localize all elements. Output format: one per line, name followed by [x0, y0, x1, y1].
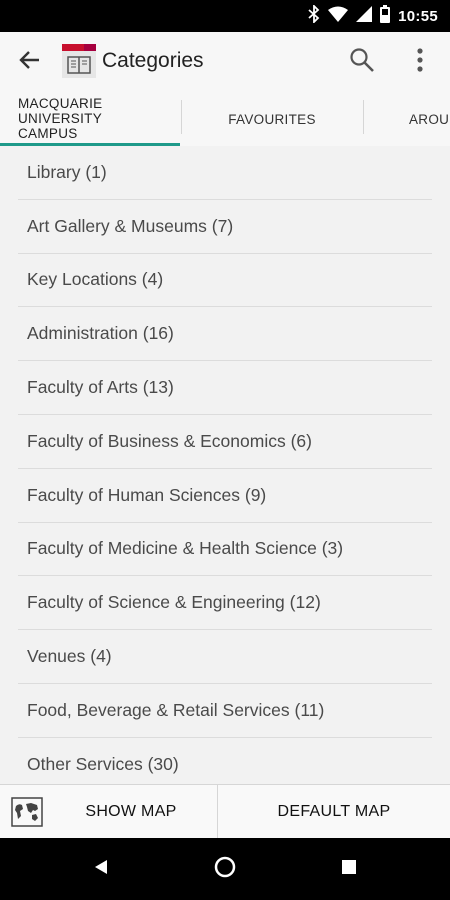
circle-home-icon	[213, 855, 237, 884]
bottom-bar: SHOW MAP DEFAULT MAP	[0, 784, 450, 839]
category-list: Library (1) Art Gallery & Museums (7) Ke…	[18, 146, 432, 792]
tab-label: AROU	[409, 111, 450, 127]
more-options-button[interactable]	[404, 46, 436, 78]
page-title: Categories	[102, 49, 204, 72]
category-item[interactable]: Venues (4)	[18, 630, 432, 684]
app-bar: Categories	[0, 32, 450, 92]
category-item[interactable]: Faculty of Arts (13)	[18, 361, 432, 415]
category-item[interactable]: Faculty of Business & Economics (6)	[18, 415, 432, 469]
tab-macquarie-university-campus[interactable]: MACQUARIE UNIVERSITY CAMPUS	[0, 92, 180, 146]
category-item[interactable]: Faculty of Science & Engineering (12)	[18, 576, 432, 631]
back-button[interactable]	[14, 46, 46, 78]
category-item[interactable]: Library (1)	[18, 146, 432, 200]
tab-label: FAVOURITES	[228, 111, 316, 127]
more-vert-icon	[416, 47, 424, 78]
status-icons: 10:55	[308, 0, 438, 32]
app-logo	[62, 44, 96, 78]
tab-favourites[interactable]: FAVOURITES	[182, 92, 362, 146]
category-item[interactable]: Food, Beverage & Retail Services (11)	[18, 684, 432, 738]
signal-icon	[356, 5, 373, 27]
search-icon	[349, 47, 375, 78]
search-button[interactable]	[346, 46, 378, 78]
category-item[interactable]: Faculty of Medicine & Health Science (3)	[18, 523, 432, 577]
triangle-back-icon	[93, 859, 109, 880]
default-map-button[interactable]: DEFAULT MAP	[218, 785, 450, 839]
world-map-icon[interactable]	[11, 797, 43, 827]
nav-back-button[interactable]	[84, 852, 118, 886]
tab-bar: MACQUARIE UNIVERSITY CAMPUS FAVOURITES A…	[0, 92, 450, 146]
battery-icon	[380, 4, 391, 28]
nav-recents-button[interactable]	[332, 852, 366, 886]
category-item[interactable]: Key Locations (4)	[18, 254, 432, 308]
tab-label: MACQUARIE UNIVERSITY CAMPUS	[18, 96, 103, 141]
system-nav-bar	[0, 838, 450, 900]
nav-home-button[interactable]	[208, 852, 242, 886]
tab-around[interactable]: AROU	[364, 92, 450, 146]
show-map-button[interactable]: SHOW MAP	[46, 785, 216, 839]
status-time: 10:55	[398, 7, 438, 25]
bluetooth-icon	[308, 3, 320, 28]
category-item[interactable]: Art Gallery & Museums (7)	[18, 200, 432, 254]
square-recents-icon	[342, 859, 356, 879]
category-item[interactable]: Faculty of Human Sciences (9)	[18, 469, 432, 523]
category-item[interactable]: Administration (16)	[18, 307, 432, 362]
status-bar: 10:55	[0, 0, 450, 32]
arrow-back-icon	[19, 49, 41, 76]
wifi-icon	[328, 6, 349, 27]
